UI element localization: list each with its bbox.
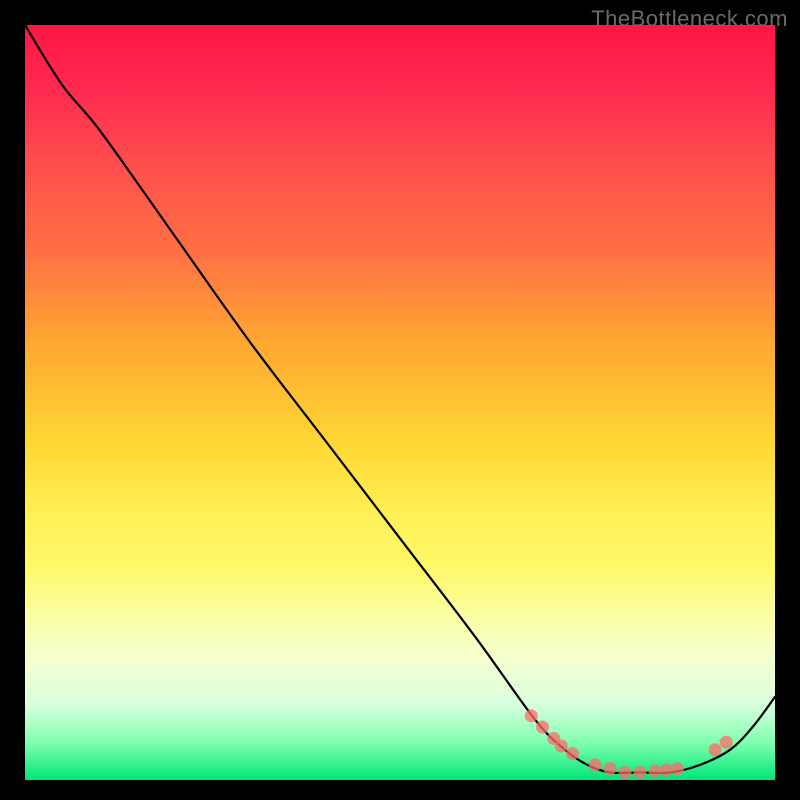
data-marker xyxy=(649,764,662,777)
data-marker xyxy=(536,721,549,734)
data-marker xyxy=(604,762,617,775)
plot-gradient-background xyxy=(25,25,775,780)
bottleneck-curve xyxy=(25,25,775,773)
data-marker xyxy=(589,758,602,771)
data-marker xyxy=(634,766,647,779)
data-marker xyxy=(709,743,722,756)
data-marker xyxy=(525,709,538,722)
data-marker xyxy=(671,762,684,775)
data-markers xyxy=(525,709,733,779)
chart-svg xyxy=(25,25,775,780)
data-marker xyxy=(720,736,733,749)
data-marker xyxy=(566,747,579,760)
watermark-text: TheBottleneck.com xyxy=(591,6,788,32)
data-marker xyxy=(547,732,560,745)
data-marker xyxy=(660,764,673,777)
data-marker xyxy=(555,740,568,753)
data-marker xyxy=(619,766,632,779)
